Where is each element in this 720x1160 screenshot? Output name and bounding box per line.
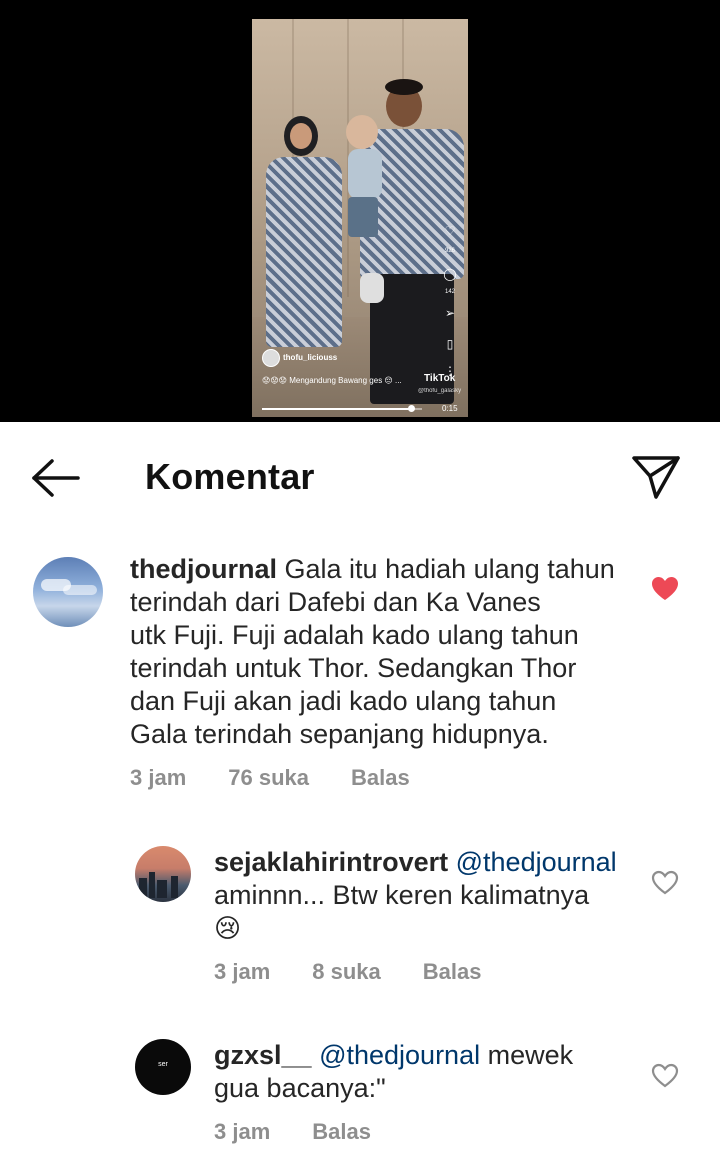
- comments-header: Komentar: [0, 422, 720, 534]
- page-title: Komentar: [145, 456, 315, 497]
- tiktok-handle: @thofu_galasky: [418, 388, 462, 394]
- comment-icon[interactable]: ◯: [442, 267, 458, 281]
- comment-text: sejaklahirintrovert @thedjournal aminnn.…: [214, 846, 634, 945]
- comment-count: 142: [444, 289, 455, 295]
- paper-plane-icon: [632, 456, 680, 499]
- mention-link[interactable]: @thedjournal: [319, 1040, 480, 1070]
- comment-likes[interactable]: 8 suka: [312, 959, 381, 984]
- video-progress-fill: [262, 408, 411, 410]
- heart-outline-icon[interactable]: [651, 870, 679, 896]
- avatar-label: ser: [158, 1061, 168, 1068]
- comment-text-line: Gala itu hadiah ulang tahun: [284, 554, 615, 584]
- comment-username[interactable]: gzxsl__: [214, 1040, 312, 1070]
- video-area: ♡ 926 ◯ 142 ➢ ▯ ⋮ thofu_liciouss 😟😟😟 Men…: [0, 0, 720, 422]
- comment-time: 3 jam: [214, 1119, 271, 1144]
- comment-text-line: terindah dari Dafebi dan Ka Vanes: [130, 587, 541, 617]
- comment-username[interactable]: sejaklahirintrovert: [214, 847, 448, 877]
- comment-time: 3 jam: [130, 765, 187, 790]
- share-button[interactable]: [630, 452, 682, 502]
- heart-filled-icon[interactable]: [651, 576, 679, 602]
- comment-text-line: aminnn... Btw keren kalimatnya: [214, 880, 590, 910]
- avatar[interactable]: [135, 846, 191, 902]
- comment-text: gzxsl__ @thedjournal mewek gua bacanya:": [214, 1039, 634, 1105]
- comment-text: thedjournal Gala itu hadiah ulang tahun …: [130, 553, 630, 751]
- comment-username[interactable]: thedjournal: [130, 554, 277, 584]
- reply-button[interactable]: Balas: [423, 959, 482, 984]
- heart-outline-icon[interactable]: [651, 1063, 679, 1089]
- comment-time: 3 jam: [214, 959, 271, 984]
- reply-button[interactable]: Balas: [312, 1119, 371, 1144]
- arrow-left-icon: [32, 459, 80, 497]
- video-progress-handle[interactable]: [407, 405, 415, 412]
- comment-text-line: terindah untuk Thor. Sedangkan Thor: [130, 653, 577, 683]
- heart-icon[interactable]: ♡: [442, 224, 458, 238]
- comment-likes[interactable]: 76 suka: [228, 765, 309, 790]
- video-user-avatar[interactable]: [262, 349, 280, 367]
- avatar[interactable]: ser: [135, 1039, 191, 1095]
- tiktok-logo: TikTok: [424, 373, 456, 384]
- back-button[interactable]: [28, 458, 84, 498]
- bookmark-icon[interactable]: ▯: [442, 337, 458, 351]
- video-player[interactable]: ♡ 926 ◯ 142 ➢ ▯ ⋮ thofu_liciouss 😟😟😟 Men…: [252, 19, 468, 417]
- comment-text-line: utk Fuji. Fuji adalah kado ulang tahun: [130, 620, 579, 650]
- comment-meta: 3 jam 76 suka Balas: [130, 765, 452, 791]
- comment-text-line: gua bacanya:": [214, 1073, 386, 1103]
- comment-text-line: mewek: [487, 1040, 574, 1070]
- avatar[interactable]: [33, 557, 103, 627]
- video-time: 0:15: [442, 404, 458, 413]
- crying-face-emoji: 😢: [214, 913, 242, 943]
- mention-link[interactable]: @thedjournal: [456, 847, 617, 877]
- comment-meta: 3 jam 8 suka Balas: [214, 959, 523, 985]
- comment-text-line: dan Fuji akan jadi kado ulang tahun: [130, 686, 557, 716]
- like-count: 926: [444, 248, 455, 254]
- reply-button[interactable]: Balas: [351, 765, 410, 790]
- comment-text-line: Gala terindah sepanjang hidupnya.: [130, 719, 549, 749]
- share-icon[interactable]: ➢: [442, 306, 458, 320]
- comment-meta: 3 jam Balas: [214, 1119, 413, 1145]
- video-progress-bar[interactable]: [262, 405, 422, 412]
- video-caption: 😟😟😟 Mengandung Bawang ges 😔 ...: [262, 376, 402, 385]
- video-username[interactable]: thofu_liciouss: [283, 353, 337, 362]
